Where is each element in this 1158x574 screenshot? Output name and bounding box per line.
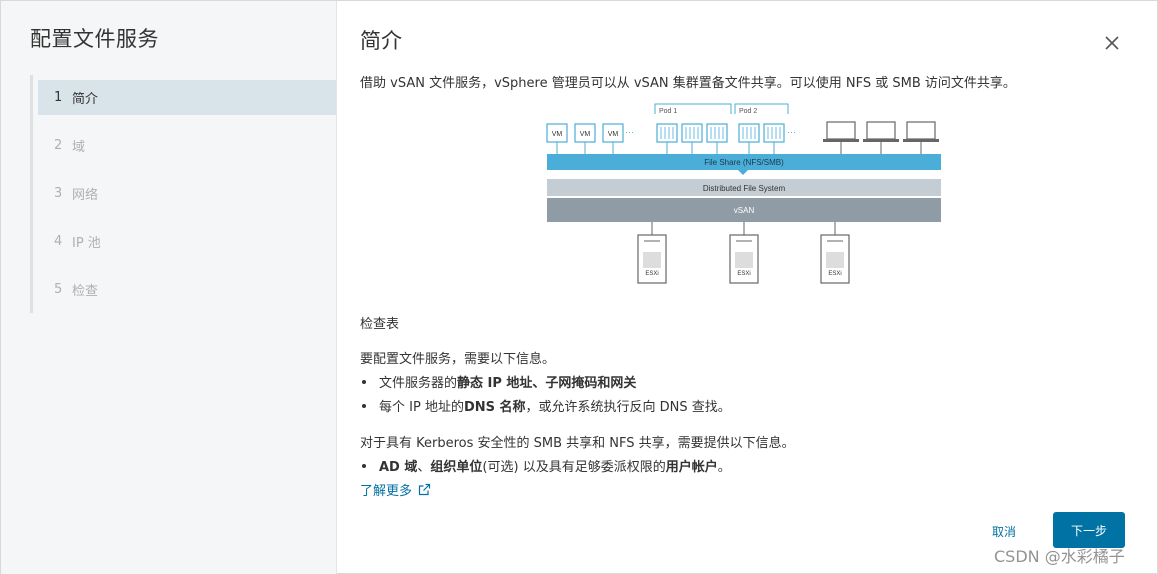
dfs-label: Distributed File System bbox=[703, 184, 786, 193]
bullet-dot bbox=[362, 403, 366, 408]
step-label: 网络 bbox=[72, 188, 99, 203]
checklist-intro: 要配置文件服务，需要以下信息。 bbox=[360, 352, 556, 367]
laptop-icon bbox=[903, 121, 939, 154]
vsan-file-service-diagram: Pod 1 Pod 2 VM VM VM ··· ··· File Share … bbox=[546, 103, 941, 284]
container-icons-pod2 bbox=[738, 123, 785, 154]
step-number: 1 bbox=[54, 90, 63, 105]
ellipsis-icon: ··· bbox=[625, 127, 634, 137]
pod2-bracket: Pod 2 bbox=[734, 103, 789, 115]
page-title: 简介 bbox=[360, 29, 402, 53]
pod1-bracket: Pod 1 bbox=[654, 103, 732, 115]
close-icon bbox=[1105, 36, 1119, 50]
pod1-label: Pod 1 bbox=[659, 108, 677, 115]
step-label: 检查 bbox=[72, 284, 99, 299]
file-share-label: File Share (NFS/SMB) bbox=[704, 158, 784, 167]
ellipsis-icon: ··· bbox=[787, 127, 796, 137]
step-number: 2 bbox=[54, 138, 63, 153]
svg-text:VM: VM bbox=[608, 131, 619, 138]
wizard-dialog: 配置文件服务 1 简介 2 域 3 网络 4 IP 池 5 检查 简介 借助 v… bbox=[0, 0, 1158, 574]
esxi-host-icon: ESXi bbox=[729, 222, 759, 284]
svg-text:VM: VM bbox=[580, 131, 591, 138]
steps-rail bbox=[30, 75, 33, 313]
step-ip-pool[interactable]: 4 IP 池 bbox=[38, 224, 336, 259]
wizard-steps-panel: 配置文件服务 1 简介 2 域 3 网络 4 IP 池 5 检查 bbox=[1, 1, 337, 574]
step-label: IP 池 bbox=[72, 236, 101, 251]
checklist-item: 文件服务器的 静态 IP 地址、子网掩码和网关 bbox=[360, 372, 636, 391]
external-link-icon bbox=[418, 483, 431, 496]
bullet-dot bbox=[362, 463, 366, 468]
svg-text:ESXi: ESXi bbox=[737, 271, 750, 277]
watermark: CSDN @水彩橘子 bbox=[994, 547, 1125, 566]
checklist-item: AD 域、组织单位 (可选) 以及具有足够委派权限的 用户帐户。 bbox=[360, 456, 731, 475]
step-intro[interactable]: 1 简介 bbox=[38, 80, 336, 115]
step-review[interactable]: 5 检查 bbox=[38, 272, 336, 307]
step-number: 5 bbox=[54, 282, 63, 297]
container-icons-pod1 bbox=[656, 123, 728, 154]
wizard-title: 配置文件服务 bbox=[30, 27, 159, 51]
learn-more-link[interactable]: 了解更多 bbox=[360, 480, 431, 499]
checklist-item: 每个 IP 地址的 DNS 名称 ，或允许系统执行反向 DNS 查找。 bbox=[360, 396, 731, 415]
laptop-icon bbox=[863, 121, 899, 154]
svg-text:VM: VM bbox=[552, 131, 563, 138]
step-domain[interactable]: 2 域 bbox=[38, 128, 336, 163]
vm-icon: VM bbox=[546, 123, 568, 154]
laptop-icon bbox=[823, 121, 859, 154]
close-button[interactable] bbox=[1102, 33, 1122, 53]
esxi-host-icon: ESXi bbox=[820, 222, 850, 284]
vm-icon: VM bbox=[602, 123, 624, 154]
step-label: 简介 bbox=[72, 92, 99, 107]
step-network[interactable]: 3 网络 bbox=[38, 176, 336, 211]
pod2-label: Pod 2 bbox=[739, 108, 757, 115]
intro-text: 借助 vSAN 文件服务，vSphere 管理员可以从 vSAN 集群置备文件共… bbox=[360, 76, 1016, 91]
esxi-host-icon: ESXi bbox=[637, 222, 667, 284]
step-number: 4 bbox=[54, 234, 63, 249]
vm-icon: VM bbox=[574, 123, 596, 154]
svg-text:ESXi: ESXi bbox=[828, 271, 841, 277]
step-label: 域 bbox=[72, 140, 86, 155]
checklist-heading: 检查表 bbox=[360, 317, 400, 332]
svg-text:ESXi: ESXi bbox=[645, 271, 658, 277]
step-number: 3 bbox=[54, 186, 63, 201]
bullet-dot bbox=[362, 379, 366, 384]
vsan-label: vSAN bbox=[734, 206, 755, 215]
kerberos-intro: 对于具有 Kerberos 安全性的 SMB 共享和 NFS 共享，需要提供以下… bbox=[360, 436, 795, 451]
